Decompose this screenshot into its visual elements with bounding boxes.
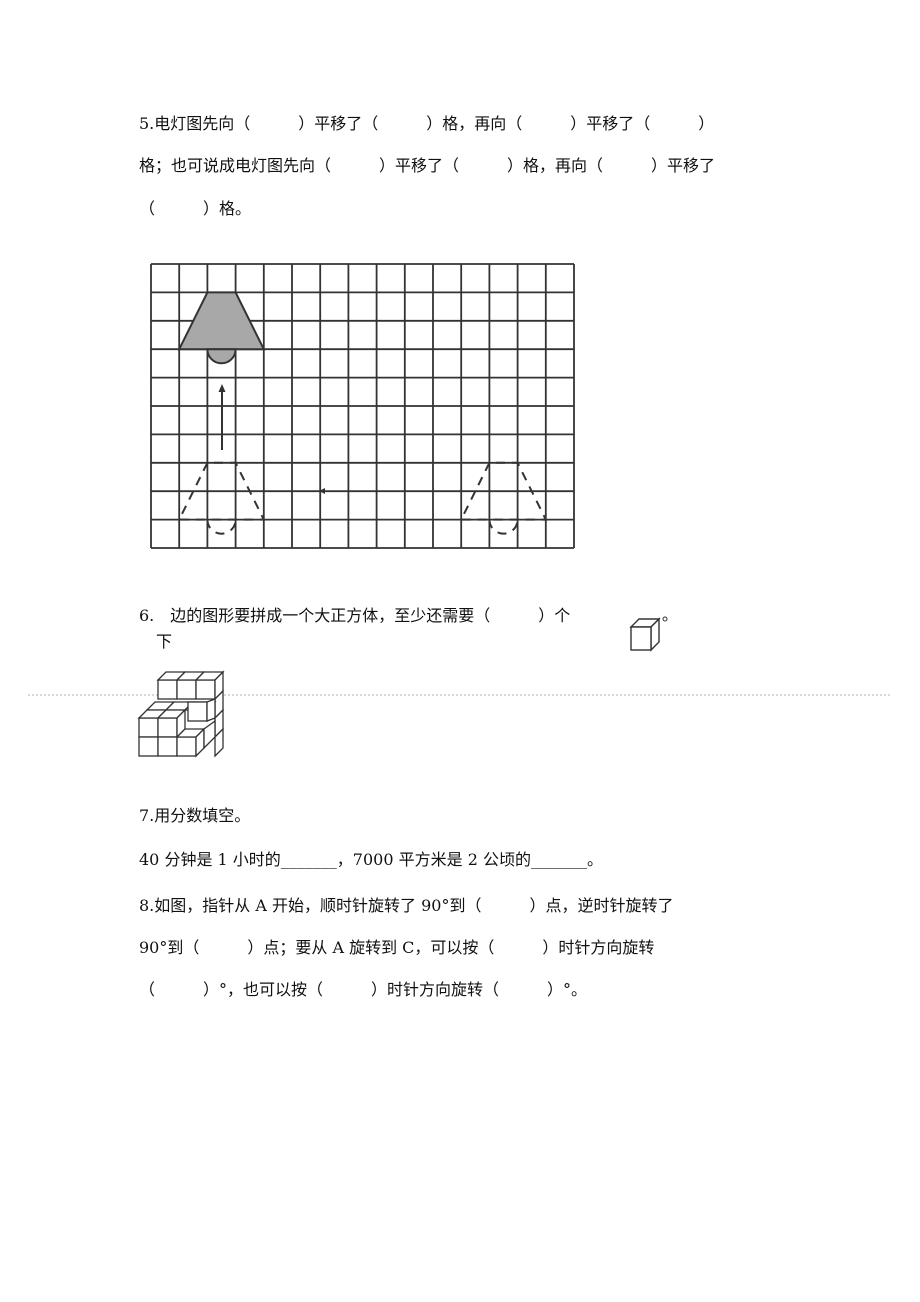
lamp-bulb [206,348,237,365]
q8-line-3: （ ）°，也可以按（ ）时针方向旋转（ ）°。 [139,980,588,999]
lamp-dashed-left [177,461,266,535]
lamp-dashed-right [459,461,548,535]
q6-text: 边的图形要拼成一个大正方体，至少还需要（ ）个 [170,606,571,625]
q8-line-2: 90°到（ ）点；要从 A 旋转到 C，可以按（ ）时针方向旋转 [139,938,655,957]
q5-line-1: 5.电灯图先向（ ）平移了（ ）格，再向（ ）平移了（ ） [139,114,715,133]
q8-line-1: 8.如图，指针从 A 开始，顺时针旋转了 90°到（ ）点，逆时针旋转了 [139,896,674,915]
q6-number: 6. [139,606,155,625]
q7-line: 40 分钟是 1 小时的_______，7000 平方米是 2 公顷的_____… [139,850,603,869]
q6-line-2: 下 [156,632,173,651]
q5-line-3: （ ）格。 [139,199,252,218]
q5-line-2: 格；也可说成电灯图先向（ ）平移了（ ）格，再向（ ）平移了 [139,156,716,175]
q7-title: 7.用分数填空。 [139,806,251,825]
lamp-original [177,291,266,365]
q6-line-1: 6. 边的图形要拼成一个大正方体，至少还需要（ ）个 [139,606,570,626]
small-cube-icon [629,616,668,652]
stacked-cubes-figure [137,670,225,758]
arrow-up-icon [218,384,226,450]
lamp-translation-grid [150,263,575,549]
